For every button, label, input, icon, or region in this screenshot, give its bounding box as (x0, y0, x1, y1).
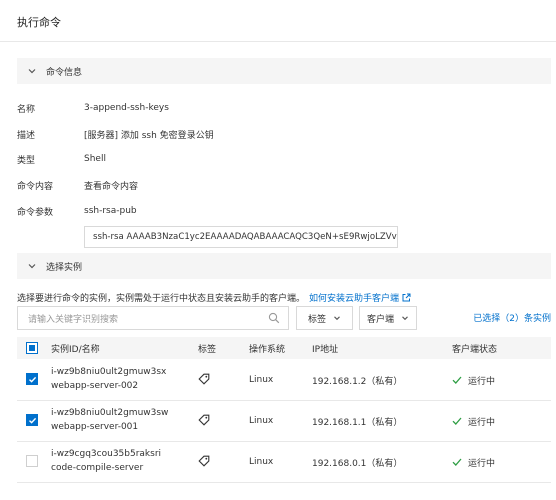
os-value: Linux (249, 375, 274, 385)
command-info-section-header[interactable]: 命令信息 (17, 58, 551, 84)
column-header-client-status[interactable]: 客户端状态 (452, 341, 497, 355)
os-value: Linux (249, 416, 274, 426)
column-header-os[interactable]: 操作系统 (249, 341, 285, 355)
hint-text: 选择要进行命令的实例，实例需处于运行中状态且安装云助手的客户端。 (17, 294, 306, 304)
chevron-down-icon (27, 261, 37, 271)
field-name: 名称 3-append-ssh-keys (17, 101, 169, 115)
os-value: Linux (249, 457, 274, 467)
instance-id: i-wz9b8niu0ult2gmuw3sx (51, 367, 167, 377)
instance-name: code-compile-server (51, 463, 144, 473)
row-checkbox[interactable] (26, 373, 38, 385)
field-description: 描述 [服务器] 添加 ssh 免密登录公钥 (17, 127, 214, 141)
client-filter-dropdown[interactable]: 客户端 (359, 306, 417, 330)
field-type: 类型 Shell (17, 152, 106, 166)
client-status: 运行中 (452, 373, 495, 387)
field-label: 描述 (17, 130, 36, 141)
column-header-instance[interactable]: 实例ID/名称 (51, 341, 100, 355)
field-value: 3-append-ssh-keys (84, 103, 169, 113)
ip-value: 192.168.1.2（私有） (312, 376, 403, 387)
field-label: 类型 (17, 155, 36, 166)
tag-filter-dropdown[interactable]: 标签 (296, 306, 353, 330)
parameter-value-input[interactable]: ssh-rsa AAAAB3NzaC1yc2EAAAADAQABAAACAQC3… (84, 226, 398, 248)
tag-icon[interactable] (198, 414, 210, 426)
view-command-content-link[interactable]: 查看命令内容 (84, 179, 138, 192)
page-title: 执行命令 (17, 16, 61, 29)
field-label: 命令参数 (17, 207, 54, 218)
section-title: 命令信息 (46, 67, 83, 78)
checkbox-unchecked-icon (26, 455, 38, 467)
row-checkbox[interactable] (26, 414, 38, 426)
table-row[interactable]: i-wz9b8niu0ult2gmuw3sx webapp-server-002… (17, 359, 551, 401)
check-icon (452, 417, 462, 425)
install-client-link[interactable]: 如何安装云助手客户端 (309, 291, 399, 304)
instance-section-header[interactable]: 选择实例 (17, 253, 551, 279)
instance-name: webapp-server-001 (51, 422, 139, 432)
row-checkbox[interactable] (26, 455, 38, 467)
select-all-checkbox[interactable] (26, 342, 38, 354)
table-row[interactable]: i-wz9b8niu0ult2gmuw3sw webapp-server-001… (17, 400, 551, 442)
field-label: 名称 (17, 104, 36, 115)
tag-filter-label: 标签 (307, 314, 326, 325)
client-status: 运行中 (452, 414, 495, 428)
section-title: 选择实例 (46, 262, 83, 273)
title-divider (0, 41, 556, 42)
instance-cell: i-wz9b8niu0ult2gmuw3sw webapp-server-001 (51, 406, 168, 434)
status-text: 运行中 (468, 417, 496, 428)
status-text: 运行中 (468, 458, 496, 469)
field-value: ssh-rsa-pub (84, 206, 137, 216)
ip-value: 192.168.1.1（私有） (312, 417, 403, 428)
instance-name: webapp-server-002 (51, 381, 139, 391)
instance-hint: 选择要进行命令的实例，实例需处于运行中状态且安装云助手的客户端。 如何安装云助手… (17, 291, 411, 304)
instance-id: i-wz9b8niu0ult2gmuw3sw (51, 408, 169, 418)
search-icon[interactable] (268, 312, 280, 324)
external-link-icon[interactable] (402, 293, 411, 302)
checkbox-checked-icon (26, 414, 38, 426)
column-header-ip[interactable]: IP地址 (312, 341, 338, 355)
status-text: 运行中 (468, 376, 496, 387)
chevron-down-icon (333, 314, 341, 322)
chevron-down-icon (401, 314, 409, 322)
selected-count-link[interactable]: 已选择（2）条实例 (473, 311, 551, 324)
ip-value: 192.168.0.1（私有） (312, 458, 403, 469)
field-value: Shell (84, 154, 106, 164)
field-label: 命令内容 (17, 181, 54, 192)
column-header-tag[interactable]: 标签 (198, 341, 216, 355)
tag-icon[interactable] (198, 373, 210, 385)
instance-id: i-wz9cgq3cou35b5raksri (51, 449, 162, 459)
field-value: [服务器] 添加 ssh 免密登录公钥 (84, 130, 214, 141)
client-filter-label: 客户端 (366, 314, 394, 325)
client-status: 运行中 (452, 455, 495, 469)
chevron-down-icon (27, 66, 37, 76)
check-icon (452, 458, 462, 466)
checkbox-checked-icon (26, 373, 38, 385)
check-icon (452, 376, 462, 384)
instance-cell: i-wz9b8niu0ult2gmuw3sx webapp-server-002 (51, 365, 166, 393)
table-row[interactable]: i-wz9cgq3cou35b5raksri code-compile-serv… (17, 441, 551, 483)
field-content: 命令内容 查看命令内容 (17, 178, 138, 192)
tag-icon[interactable] (198, 455, 210, 467)
table-header: 实例ID/名称 标签 操作系统 IP地址 客户端状态 (17, 337, 551, 359)
checkbox-indeterminate-icon (26, 342, 38, 354)
field-parameters: 命令参数 ssh-rsa-pub (17, 204, 137, 218)
search-placeholder: 请输入关键字识别搜索 (28, 314, 119, 325)
search-input[interactable]: 请输入关键字识别搜索 (17, 306, 289, 330)
instance-cell: i-wz9cgq3cou35b5raksri code-compile-serv… (51, 447, 161, 475)
